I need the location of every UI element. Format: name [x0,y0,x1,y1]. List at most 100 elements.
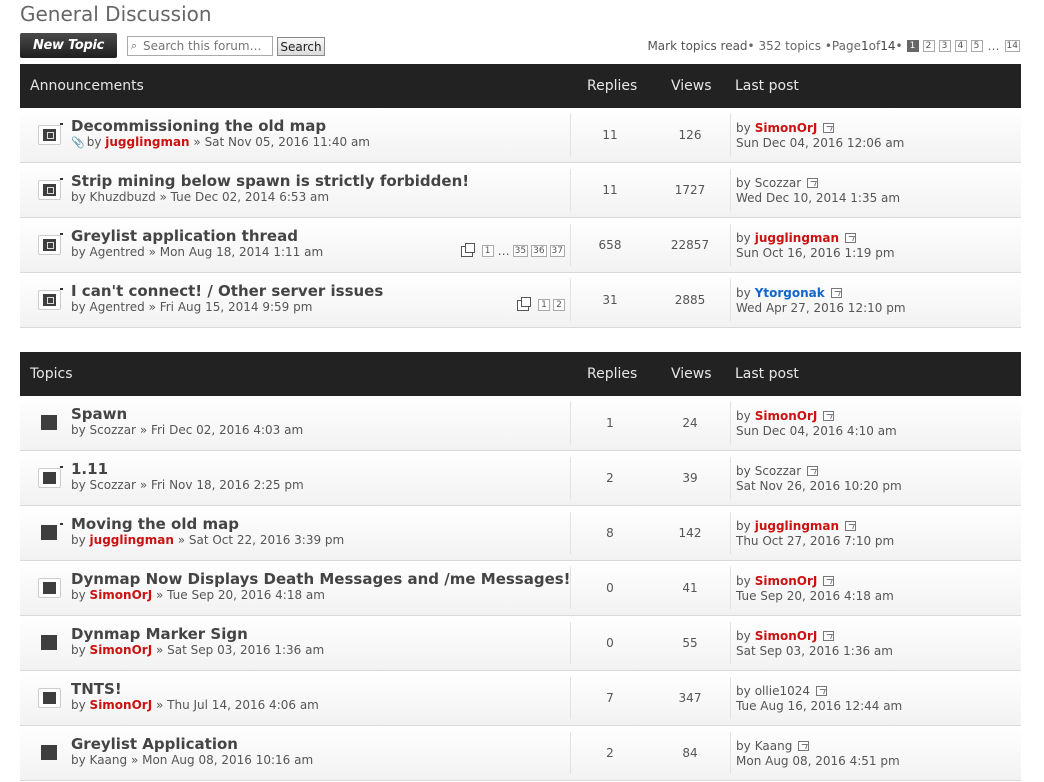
topic-author-link[interactable]: Agentred [90,300,145,314]
last-post-user-link[interactable]: SimonOrJ [755,121,818,135]
views-count: 2885 [674,293,706,307]
topic-title-link[interactable]: Greylist Application [71,735,238,753]
last-post-author: by Scozzar [736,464,819,478]
topic-page-link[interactable]: 1 [538,299,550,311]
replies-count: 1 [606,416,614,430]
topic-title-link[interactable]: 1.11 [71,460,108,478]
by-label: by [71,588,90,602]
topic-author-link[interactable]: jugglingman [105,135,189,149]
current-page-number: 1 [860,39,869,53]
topic-author-link[interactable]: Scozzar [90,423,136,437]
page-link-4[interactable]: 4 [954,40,967,52]
new-topic-button[interactable]: New Topic [20,33,117,58]
topic-author-link[interactable]: SimonOrJ [90,588,153,602]
announcement-locked-icon [38,233,63,255]
topic-page-link[interactable]: 37 [549,245,565,257]
topic-author-link[interactable]: Khuzdbuzd [90,190,156,204]
replies-count: 2 [606,746,614,760]
replies-count: 658 [598,238,622,252]
topic-title-link[interactable]: Strip mining below spawn is strictly for… [71,172,469,190]
search-icon: ⌕ [131,39,138,52]
by-label: by [71,478,90,492]
page-link-last[interactable]: 14 [1004,40,1020,52]
page-link-1[interactable]: 1 [906,40,919,52]
views-count: 41 [682,581,698,595]
view-latest-post-icon[interactable] [823,576,835,586]
topic-read-icon [38,743,61,763]
topic-title-link[interactable]: Decommissioning the old map [71,117,326,135]
topic-title-link[interactable]: I can't connect! / Other server issues [71,282,383,300]
page-link-2[interactable]: 2 [922,40,935,52]
views-count: 24 [682,416,698,430]
last-by-label: by [736,409,751,423]
last-post-date: Thu Oct 27, 2016 7:10 pm [736,534,895,548]
mark-topics-read-link[interactable]: Mark topics read [647,39,747,53]
page-link-3[interactable]: 3 [938,40,951,52]
page-link-5[interactable]: 5 [970,40,983,52]
topic-page-link[interactable]: 1 [481,245,494,257]
topic-pagination: 1 2 [517,296,565,311]
topic-row: 1.11 by Scozzar » Fri Nov 18, 2016 2:25 … [20,451,1021,506]
announcements-header: Announcements Replies Views Last post [20,64,1021,108]
topics-heading: Topics [30,366,73,382]
topic-meta: 📎 by jugglingman » Sat Nov 05, 2016 11:40… [71,135,370,149]
topic-row: TNTS! by SimonOrJ » Thu Jul 14, 2016 4:0… [20,671,1021,726]
view-latest-post-icon[interactable] [830,288,842,298]
views-count: 22857 [670,238,710,252]
announcement-locked-icon [38,123,63,145]
topic-author-link[interactable]: Kaang [90,753,128,767]
attachment-icon: 📎 [71,136,85,149]
topic-title-link[interactable]: Greylist application thread [71,227,298,245]
topic-title-link[interactable]: Moving the old map [71,515,239,533]
topic-title-link[interactable]: Dynmap Now Displays Death Messages and /… [71,570,571,588]
last-post-user-link[interactable]: SimonOrJ [755,629,818,643]
last-post-user-link[interactable]: Scozzar [755,464,801,478]
topic-author-link[interactable]: Agentred [90,245,145,259]
view-latest-post-icon[interactable] [807,178,819,188]
by-label: by [71,698,90,712]
search-input[interactable] [143,38,271,54]
topic-author-link[interactable]: jugglingman [90,533,174,547]
topic-title-link[interactable]: Spawn [71,405,127,423]
last-post-user-link[interactable]: jugglingman [755,519,839,533]
last-post-user-link[interactable]: Ytorgonak [755,286,825,300]
announcement-locked-icon [38,288,63,310]
topic-row: Greylist Application by Kaang » Mon Aug … [20,726,1021,781]
last-post-author: by SimonOrJ [736,629,835,643]
topic-page-link[interactable]: 36 [531,245,547,257]
topic-author-link[interactable]: SimonOrJ [90,643,153,657]
view-latest-post-icon[interactable] [823,631,835,641]
search-box[interactable]: ⌕ [127,36,273,56]
last-post-user-link[interactable]: Kaang [755,739,793,753]
topic-title-link[interactable]: TNTS! [71,680,122,698]
last-post-user-link[interactable]: SimonOrJ [755,574,818,588]
last-post-author: by SimonOrJ [736,574,835,588]
topic-author-link[interactable]: Scozzar [90,478,136,492]
view-latest-post-icon[interactable] [845,233,857,243]
topic-meta: by Kaang » Mon Aug 08, 2016 10:16 am [71,753,313,767]
last-by-label: by [736,286,751,300]
topic-page-link[interactable]: 35 [512,245,529,257]
last-post-user-link[interactable]: SimonOrJ [755,409,818,423]
topic-meta: by jugglingman » Sat Oct 22, 2016 3:39 p… [71,533,344,547]
view-latest-post-icon[interactable] [823,123,835,133]
replies-count: 8 [606,526,614,540]
topic-title-link[interactable]: Dynmap Marker Sign [71,625,248,643]
replies-count: 7 [606,691,614,705]
last-post-user-link[interactable]: jugglingman [755,231,839,245]
topic-read-icon [38,413,61,433]
view-latest-post-icon[interactable] [823,411,835,421]
last-post-date: Sun Oct 16, 2016 1:19 pm [736,246,895,260]
last-post-user-link[interactable]: ollie1024 [755,684,810,698]
last-post-user-link[interactable]: Scozzar [755,176,801,190]
view-latest-post-icon[interactable] [798,741,810,751]
toolbar: New Topic ⌕ Search Mark topics read • 35… [20,33,1020,59]
view-latest-post-icon[interactable] [815,686,827,696]
pagination: Mark topics read • 352 topics • Page 1 o… [647,39,1020,53]
topic-author-link[interactable]: SimonOrJ [90,698,153,712]
topic-page-link[interactable]: 2 [553,299,565,311]
topic-date: » Thu Jul 14, 2016 4:06 am [152,698,319,712]
search-button[interactable]: Search [277,37,325,56]
view-latest-post-icon[interactable] [845,521,857,531]
view-latest-post-icon[interactable] [807,466,819,476]
